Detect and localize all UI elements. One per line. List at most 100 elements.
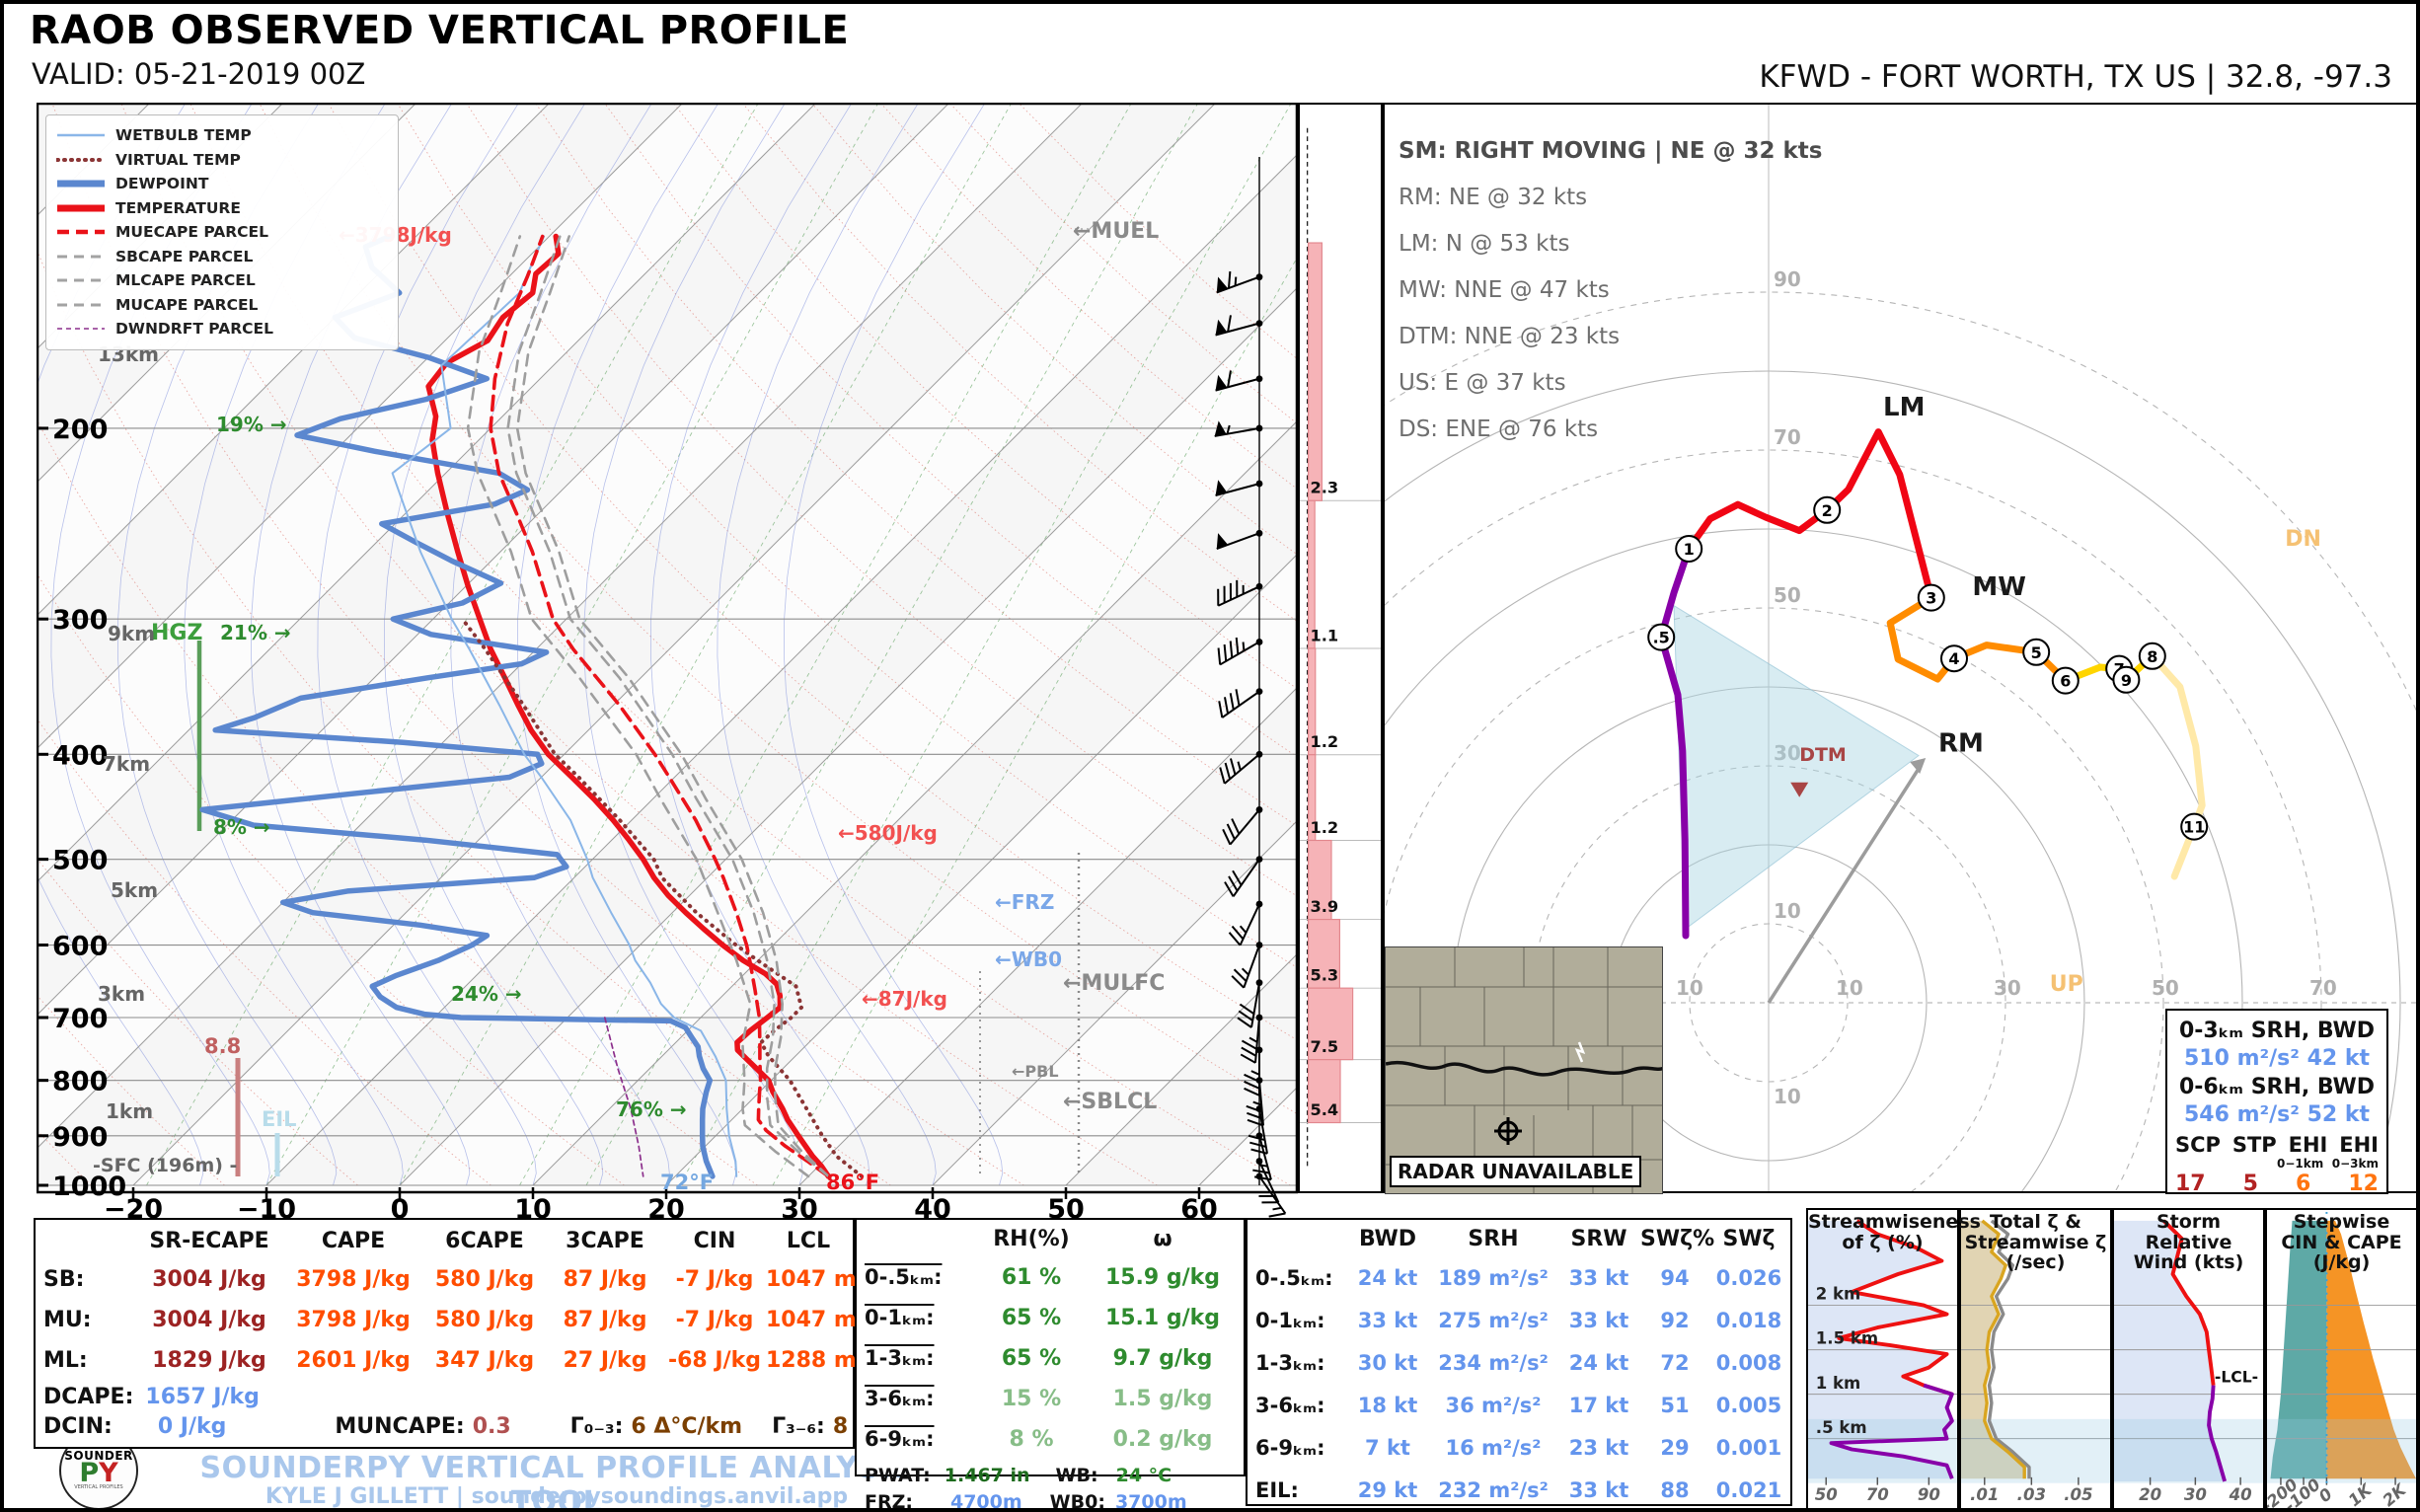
cell: -7 J/kg <box>675 1308 754 1332</box>
muncape-label: MUNCAPE: <box>335 1414 465 1439</box>
storm-motion-lm: LM: N @ 53 kts <box>1399 231 1570 257</box>
panel-title: Stepwise CIN & CAPE (J/kg) <box>2281 1211 2402 1274</box>
histogram-bar <box>1308 242 1323 501</box>
radar-unavailable-label: RADAR UNAVAILABLE <box>1390 1156 1642 1187</box>
omega-value: 15.1 g/kg <box>1104 1306 1221 1330</box>
kin-cell: 23 kt <box>1568 1436 1629 1460</box>
pwat-value: 1.467 in <box>944 1465 1030 1486</box>
omega-value: 9.7 g/kg <box>1112 1346 1213 1371</box>
panel-tick-label: 90 <box>1918 1485 1940 1504</box>
kin-cell: 16 m²/s² <box>1445 1436 1542 1460</box>
legend-item-mucape-parcel: MUCAPE PARCEL <box>57 295 259 314</box>
ring-label: 10 <box>1774 899 1801 923</box>
bar-value: 5.3 <box>1310 966 1338 985</box>
layer-histogram: 2.3 1.1 1.2 1.2 3.9 5.3 7.5 5.4 <box>1298 103 1383 1193</box>
kinematics-table: BWD SRH SRW SWζ% SWζ 0-.5ₖₘ: 24 kt 189 m²/s² 33 … <box>1246 1218 1792 1506</box>
row-label: 3-6ₖₘ: <box>865 1387 935 1410</box>
ehi2-value: 12 <box>2348 1172 2379 1196</box>
bar-value: 1.2 <box>1310 732 1338 751</box>
lcl-label: -LCL- <box>2215 1368 2258 1386</box>
col-header: CIN <box>693 1229 736 1253</box>
skewt-annotation: ←MULFC <box>1063 971 1166 996</box>
kin-cell: 51 <box>1660 1394 1690 1417</box>
cell: -68 J/kg <box>667 1348 761 1373</box>
panel-title: Streamwiseness of ζ (%) <box>1808 1211 1981 1253</box>
skewt-annotation: HGZ <box>151 621 203 645</box>
legend-item-sbcape-parcel: SBCAPE PARCEL <box>57 247 254 265</box>
skewt-annotation: 7km <box>103 752 151 776</box>
gamma03-value: 6 Δ°C/km <box>631 1414 743 1439</box>
ring-label: 50 <box>2152 976 2179 1000</box>
pwat-label: PWAT: <box>865 1465 931 1486</box>
bar-value: 5.4 <box>1310 1100 1338 1119</box>
panel-tick-label: .01 <box>1970 1485 1999 1504</box>
legend-item-dewpoint: DEWPOINT <box>57 175 209 193</box>
legend-item-virtual-temp: VIRTUAL TEMP <box>56 150 241 169</box>
dcin-label: DCIN: <box>43 1414 113 1439</box>
srh-0-6-values: 546 m²/s² 52 kt <box>2184 1102 2370 1127</box>
storm-motion-us: US: E @ 37 kts <box>1399 370 1566 396</box>
inflow-layer-band <box>2267 1418 2416 1483</box>
kin-row-label: 0-1ₖₘ: <box>1255 1309 1325 1332</box>
skewt-annotation: 76% → <box>616 1097 687 1121</box>
skewt-annotation: ←PBL <box>1012 1062 1059 1081</box>
kin-cell: 0.018 <box>1715 1309 1782 1332</box>
skewt-annotation: ←FRZ <box>995 890 1055 914</box>
cell: 87 J/kg <box>563 1267 647 1292</box>
srw-panel: Storm Relative Wind (kts) 20 30 40 -LCL- <box>2112 1208 2265 1508</box>
row-label: SB: <box>43 1267 85 1292</box>
kin-row-label: EIL: <box>1255 1478 1299 1502</box>
cell: 87 J/kg <box>563 1308 647 1332</box>
ehi1-header: EHI <box>2288 1133 2328 1157</box>
kin-cell: 33 kt <box>1568 1478 1629 1502</box>
ring-label: 30 <box>1994 976 2021 1000</box>
streamwiseness-panel: Streamwiseness of ζ (%) 50 70 90 2 km 1.5 km… <box>1806 1208 1981 1508</box>
skewt-legend: WETBULB TEMP VIRTUAL TEMP DEWPOINT TEMPERAT… <box>45 114 399 350</box>
col-header: CAPE <box>321 1229 386 1253</box>
cell: 1288 m <box>766 1348 857 1373</box>
col-header: 6CAPE <box>445 1229 524 1253</box>
wb-label: WB: <box>1055 1465 1098 1486</box>
omega-value: 0.2 g/kg <box>1112 1427 1213 1452</box>
skewt-annotation: ←MUEL <box>1073 219 1160 244</box>
svg-text:6: 6 <box>2060 672 2071 691</box>
bar-value: 3.9 <box>1310 897 1338 916</box>
col-header: 3CAPE <box>566 1229 644 1253</box>
bar-value: 1.1 <box>1310 626 1338 644</box>
kin-cell: 0.005 <box>1715 1394 1782 1417</box>
thermo-table: SR-ECAPE CAPE 6CAPE 3CAPE CIN LCL SB: 30… <box>34 1218 945 1449</box>
cell: 347 J/kg <box>434 1348 535 1373</box>
row-label: MU: <box>43 1308 92 1332</box>
skewt-annotation: 21% → <box>220 621 291 644</box>
stp-header: STP <box>2231 1133 2277 1157</box>
rh-value: 8 % <box>1009 1427 1054 1452</box>
ehi1-sub: 0−1km <box>2277 1157 2324 1171</box>
dcape-value: 1657 J/kg <box>145 1385 260 1409</box>
hodo-trace <box>2149 652 2206 880</box>
scp-header: SCP <box>2175 1133 2221 1157</box>
legend-item-temperature: TEMPERATURE <box>57 198 241 217</box>
kin-cell: 30 kt <box>1357 1351 1418 1375</box>
kin-col-header: SRW <box>1570 1227 1627 1251</box>
kin-cell: 0.021 <box>1715 1478 1782 1502</box>
skewt-annotation: 1km <box>106 1099 154 1123</box>
cell: 27 J/kg <box>563 1348 647 1373</box>
kin-row-label: 3-6ₖₘ: <box>1255 1394 1325 1417</box>
legend-item-dwndrft-parcel: DWNDRFT PARCEL <box>57 320 274 339</box>
svg-text:5: 5 <box>2031 643 2042 662</box>
storm-motion-sm: SM: RIGHT MOVING | NE @ 32 kts <box>1399 138 1823 164</box>
rh-value: 65 % <box>1001 1346 1062 1371</box>
kin-cell: 24 kt <box>1357 1266 1418 1290</box>
kin-cell: 29 kt <box>1357 1478 1418 1502</box>
rh-value: 15 % <box>1001 1387 1062 1411</box>
stp-value: 5 <box>2242 1172 2258 1196</box>
footer-author: KYLE J GILLETT | sounderpysoundings.anvi… <box>265 1484 849 1509</box>
ring-label: 70 <box>2309 976 2337 1000</box>
skewt-annotation: -SFC (196m) - <box>93 1155 238 1176</box>
streamwiseness-chart: 50 70 90 2 km 1.5 km 1 km .5 km <box>1808 1219 1957 1504</box>
cell: 1047 m <box>766 1308 857 1332</box>
bar-value: 7.5 <box>1310 1037 1338 1056</box>
skewt-annotation: ←WB0 <box>995 947 1062 971</box>
storm-motion-mw: MW: NNE @ 47 kts <box>1399 277 1610 303</box>
kin-col-header: SWζ <box>1722 1227 1776 1251</box>
